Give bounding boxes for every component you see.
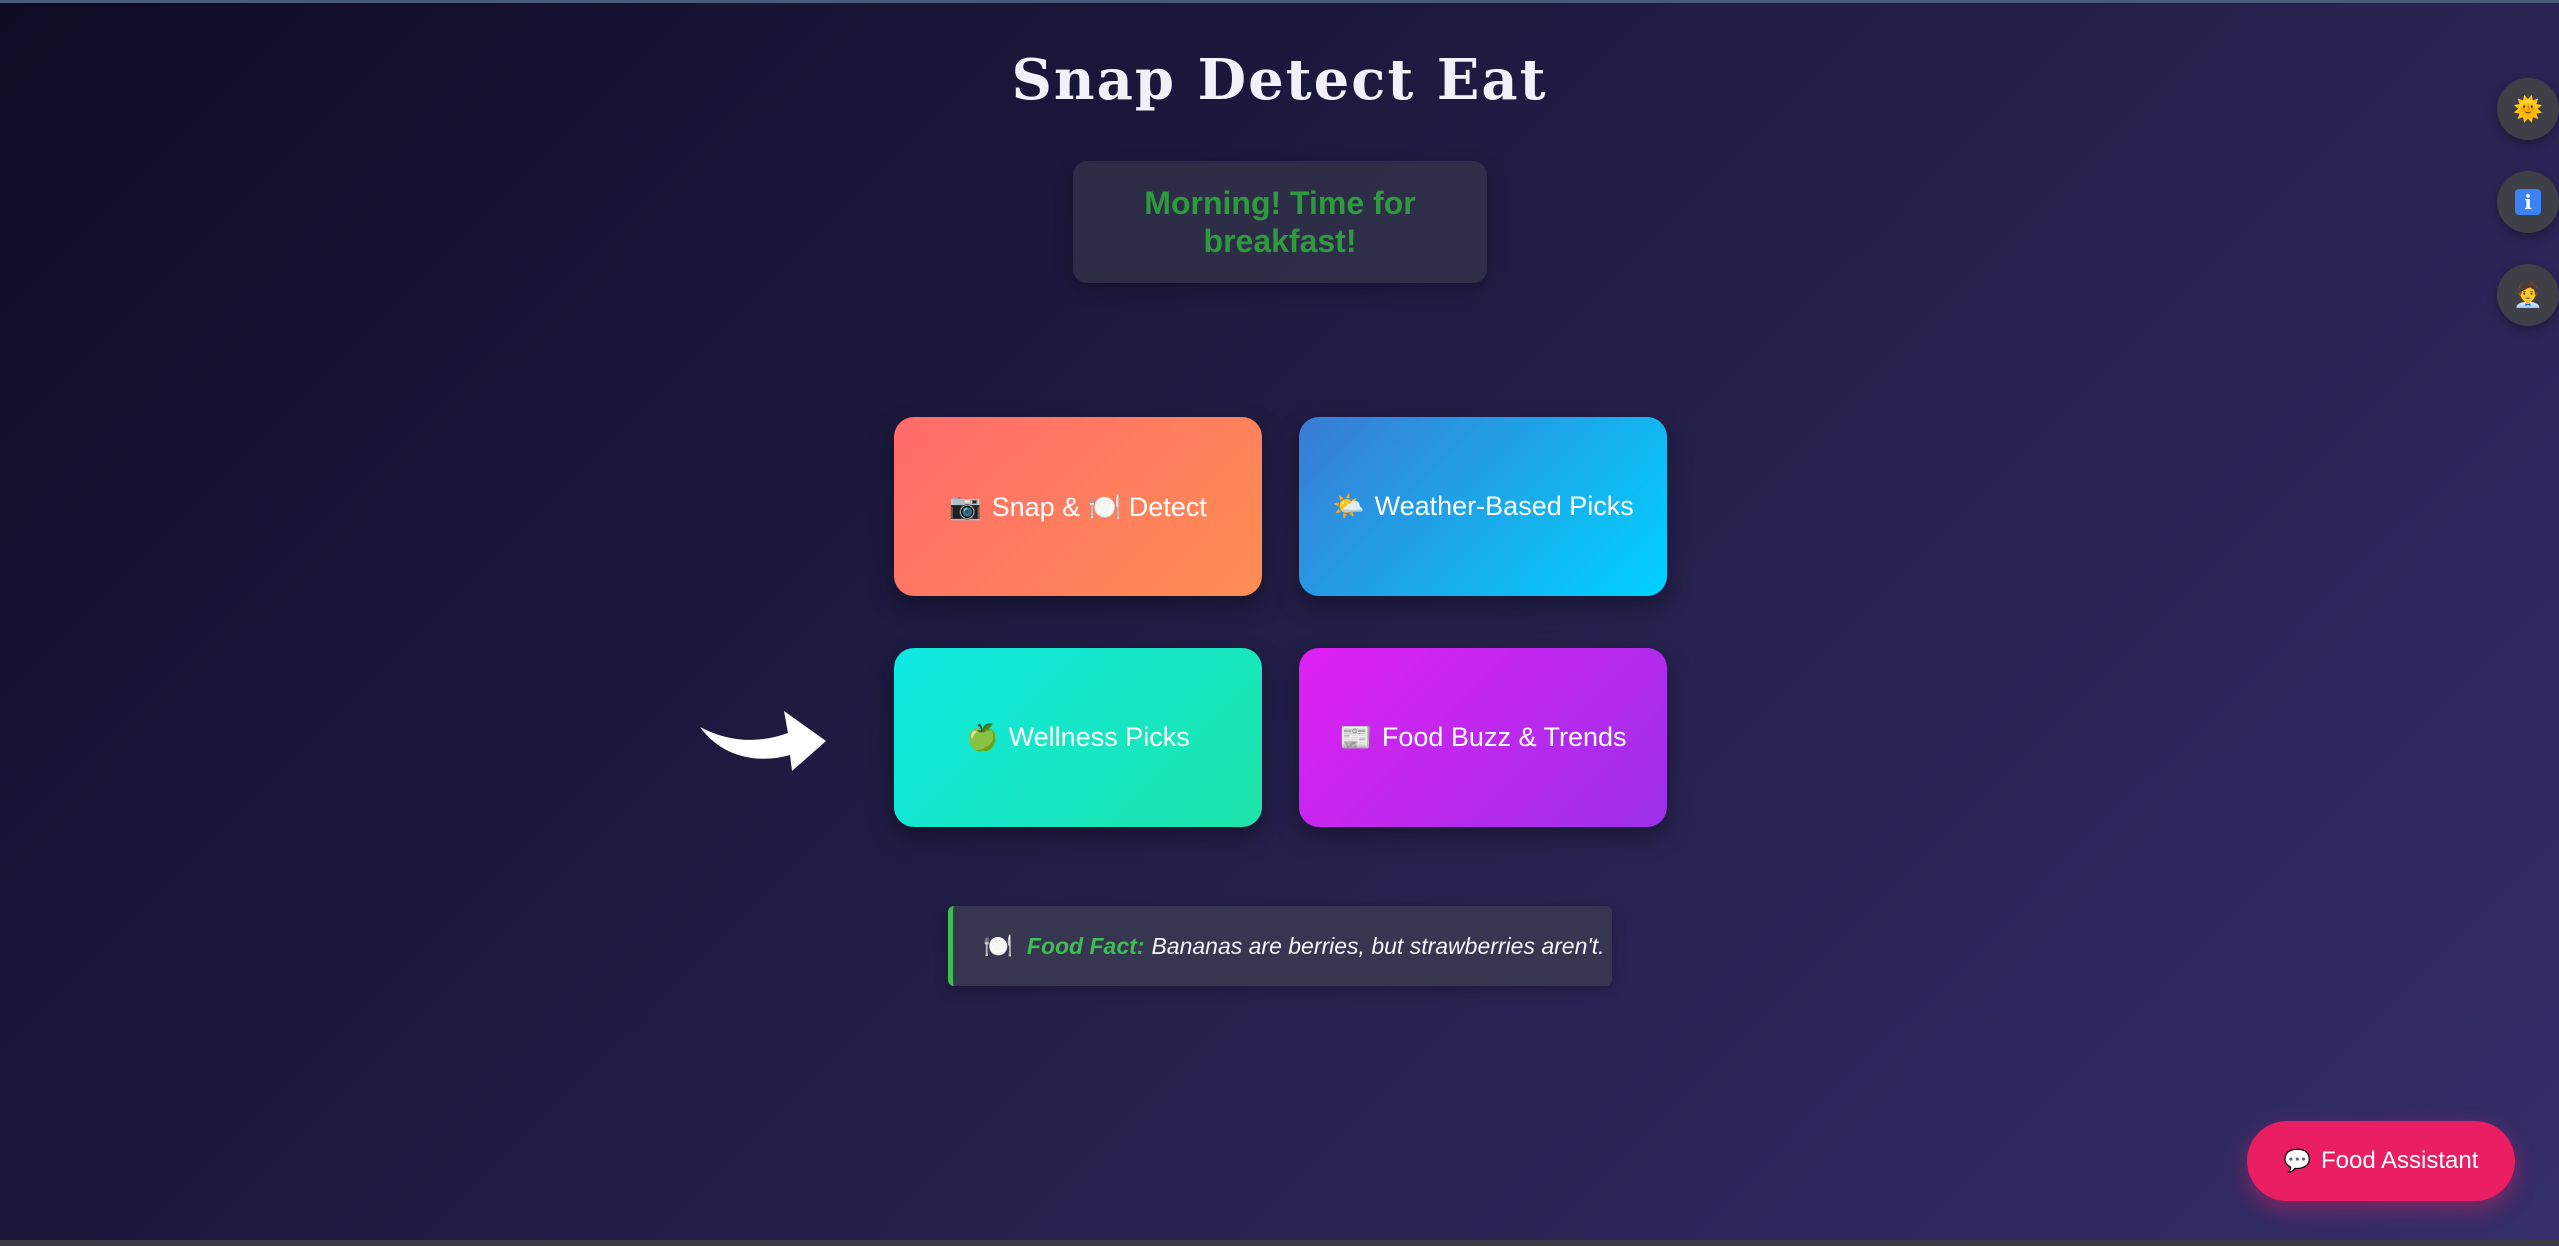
info-icon: i bbox=[2515, 189, 2541, 215]
newspaper-icon: 📰 bbox=[1339, 722, 1372, 752]
snap-detect-label: Snap & 🍽️ Detect bbox=[991, 491, 1207, 522]
camera-icon: 📷 bbox=[949, 491, 982, 521]
apple-icon: 🍏 bbox=[966, 722, 999, 752]
food-fact-text: Bananas are berries, but strawberries ar… bbox=[1151, 932, 1605, 959]
food-assistant-label: Food Assistant bbox=[2320, 1147, 2479, 1174]
profile-button[interactable]: 🧑‍💼 bbox=[2497, 264, 2559, 326]
sun-cloud-icon: 🌤️ bbox=[1332, 491, 1365, 521]
wellness-picks-label: Wellness Picks bbox=[1008, 722, 1190, 752]
user-icon: 🧑‍💼 bbox=[2513, 281, 2543, 309]
weather-picks-card[interactable]: 🌤️ Weather-Based Picks bbox=[1299, 417, 1667, 596]
sun-icon: 🌞 bbox=[2513, 95, 2543, 123]
pointer-arrow-icon bbox=[700, 711, 826, 771]
weather-picks-label: Weather-Based Picks bbox=[1374, 491, 1634, 521]
bottom-border bbox=[0, 1240, 2559, 1246]
page-title: Snap Detect Eat bbox=[1011, 47, 1548, 113]
snap-detect-card[interactable]: 📷 Snap & 🍽️ Detect bbox=[894, 417, 1262, 596]
plate-icon: 🍽️ bbox=[983, 932, 1013, 960]
food-buzz-card[interactable]: 📰 Food Buzz & Trends bbox=[1299, 648, 1667, 827]
food-fact-label: Food Fact: bbox=[1026, 932, 1145, 959]
chat-bubble-icon: 💬 bbox=[2283, 1148, 2311, 1173]
wellness-picks-card[interactable]: 🍏 Wellness Picks bbox=[894, 648, 1262, 827]
theme-toggle-button[interactable]: 🌞 bbox=[2497, 78, 2559, 140]
food-buzz-label: Food Buzz & Trends bbox=[1381, 722, 1627, 752]
app-viewport: Snap Detect Eat Morning! Time for breakf… bbox=[0, 0, 2559, 1240]
info-button[interactable]: i bbox=[2497, 171, 2559, 233]
food-assistant-button[interactable]: 💬 Food Assistant bbox=[2247, 1121, 2515, 1201]
greeting-banner: Morning! Time for breakfast! bbox=[1073, 161, 1487, 283]
food-fact-box: 🍽️ Food Fact: Bananas are berries, but s… bbox=[948, 906, 1612, 986]
